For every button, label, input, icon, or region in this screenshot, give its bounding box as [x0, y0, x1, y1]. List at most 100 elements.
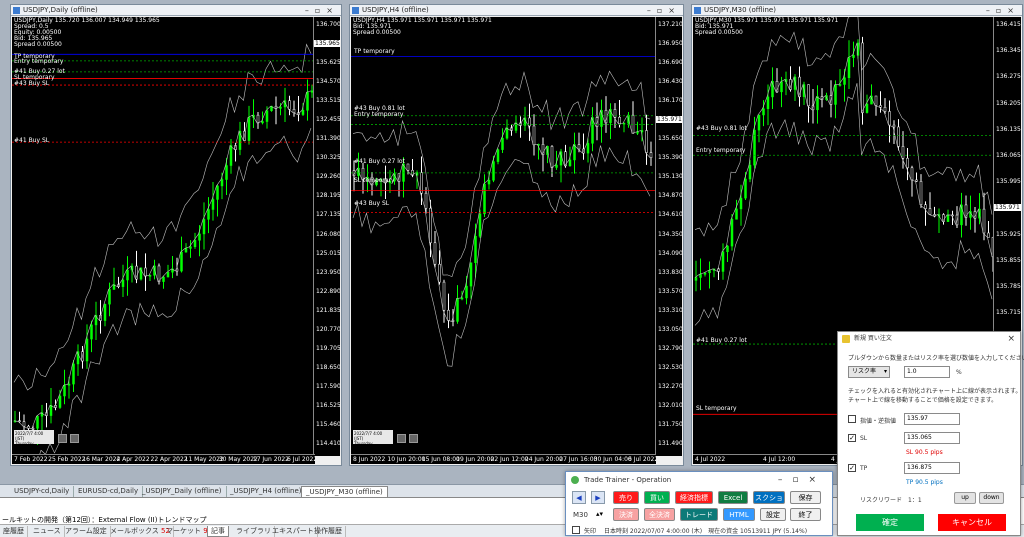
candle-body [861, 42, 864, 113]
terminal-tab[interactable]: 座履歴 [0, 526, 28, 537]
html-button[interactable]: HTML [723, 508, 755, 521]
window-controls[interactable]: –▫× [647, 5, 681, 15]
excel-button[interactable]: Excel [718, 491, 748, 504]
terminal-tab[interactable]: アラーム設定 [62, 526, 111, 537]
chart-window-title-bar[interactable]: USDJPY,H4 (offline) –▫× [350, 5, 683, 16]
candle-body [474, 236, 477, 263]
next-bar-button[interactable]: ▶ [591, 491, 605, 504]
limit-price-input[interactable]: 135.97 [904, 413, 960, 425]
cancel-button[interactable]: キャンセル [938, 514, 1006, 531]
current-price-box: 135.971 [994, 204, 1021, 212]
chart-tab-active[interactable]: _USDJPY_M30 (offline) [301, 486, 388, 497]
sl-checkbox[interactable]: ✓ [848, 434, 856, 442]
candle-body [121, 279, 125, 287]
chart-tab[interactable]: EURUSD-cd,Daily [74, 486, 144, 497]
chart-plot-area[interactable]: USDJPY,Daily 135.720 136.007 134.949 135… [12, 17, 315, 456]
chart-tab[interactable]: _USDJPY_H4 (offline) [226, 486, 307, 497]
economic-indicator-button[interactable]: 経済指標 [675, 491, 713, 504]
window-controls[interactable]: –▫× [778, 472, 826, 488]
terminal-tab-active[interactable]: 記事 [207, 526, 229, 537]
candle-body [103, 303, 107, 321]
window-controls[interactable]: –▫× [986, 5, 1020, 15]
chart-window-daily[interactable]: USDJPY,Daily (offline) –▫× USDJPY,Daily … [10, 4, 342, 466]
candle-body [721, 251, 725, 272]
chart-window-title-bar[interactable]: USDJPY,Daily (offline) –▫× [11, 5, 341, 16]
chart-tab[interactable]: USDJPY-cd,Daily [10, 486, 75, 497]
risk-input[interactable]: 1.0 [904, 366, 950, 378]
close-all-button[interactable]: 全決済 [644, 508, 675, 521]
price-tick: 136.415 [996, 21, 1021, 28]
date-tick: 19 Jun 20:00 [456, 456, 495, 463]
candle-body [193, 240, 197, 247]
note-text: チェックを入れると有効化されチャート上に線が表示されます。 [848, 388, 1022, 395]
candle-body [72, 363, 75, 385]
save-button[interactable]: 保存 [790, 491, 821, 504]
chart-window-title-bar[interactable]: USDJPY,M30 (offline) –▫× [692, 5, 1022, 16]
candle-body [730, 219, 734, 247]
trade-trainer-title-bar[interactable]: Trade Trainer - Operation –▫× [566, 472, 832, 488]
risk-reward-label: リスクリワード [860, 497, 903, 504]
price-tick: 134.350 [658, 230, 682, 238]
price-tick: 137.210 [658, 21, 682, 28]
date-tick: 8 Jun 2022 [353, 456, 386, 463]
up-button[interactable]: up [954, 492, 976, 504]
price-tick: 131.750 [658, 420, 682, 428]
tab-label: ライブラリ [236, 527, 271, 535]
price-tick: 115.460 [316, 420, 340, 428]
terminal-tab[interactable]: 操作履歴 [311, 526, 346, 537]
candle-body [18, 420, 21, 422]
order-label: #41 Buy 0.27 lot [696, 337, 747, 344]
price-tick: 125.015 [316, 249, 340, 257]
terminal-tab[interactable]: ニュース [30, 526, 65, 537]
chart-info-text: USDJPY,H4 135.971 135.971 135.971 135.97… [353, 18, 492, 36]
tp-price-input[interactable]: 136.875 [904, 462, 960, 474]
price-scale[interactable]: 137.210 136.950 136.690 136.430 136.170 135.9… [655, 17, 682, 456]
mini-button[interactable] [70, 434, 79, 443]
timeframe-spinner[interactable]: ▴▾ [596, 510, 603, 518]
confirm-button[interactable]: 確定 [856, 514, 924, 531]
info-line: Spread 0.00500 [14, 41, 62, 48]
date-scale[interactable]: 8 Jun 2022 10 Jun 20:00 15 Jun 08:00 19 Jun… [351, 454, 656, 464]
dialog-title-bar[interactable]: 新規 買い注文 × [838, 332, 1020, 346]
sell-button[interactable]: 売り [613, 491, 639, 504]
candle-body [780, 81, 783, 93]
buy-button[interactable]: 買い [644, 491, 670, 504]
mini-button[interactable] [397, 434, 406, 443]
trade-button[interactable]: トレード [680, 508, 718, 521]
screenshot-button[interactable]: スクショ [753, 491, 785, 504]
mini-button[interactable] [58, 434, 67, 443]
price-scale[interactable]: 136.700 135.965 135.625 134.570 133.515 132.4… [313, 17, 340, 456]
prev-bar-button[interactable]: ◀ [572, 491, 586, 504]
window-controls[interactable]: –▫× [305, 5, 339, 15]
exit-button[interactable]: 終了 [790, 508, 821, 521]
candle-body [550, 146, 554, 168]
tp-temporary-label: TP temporary [354, 48, 395, 55]
candle-body [265, 110, 269, 122]
sl-price-input[interactable]: 135.065 [904, 432, 960, 444]
arrow-checkbox[interactable] [572, 526, 580, 534]
chart-window-h4[interactable]: USDJPY,H4 (offline) –▫× USDJPY,H4 135.97… [349, 4, 684, 466]
sl-pips-text: SL 90.5 pips [906, 449, 943, 456]
candle-body [766, 96, 770, 109]
date-tick: 4 Apr 2022 [116, 456, 150, 463]
candle-body [189, 246, 192, 249]
close-position-button[interactable]: 決済 [613, 508, 639, 521]
candle-body [225, 165, 228, 180]
chart-plot-area[interactable]: USDJPY,H4 135.971 135.971 135.971 135.97… [351, 17, 656, 456]
candle-body [279, 106, 282, 109]
candle-body [645, 130, 648, 153]
down-button[interactable]: down [979, 492, 1004, 504]
limit-checkbox[interactable] [848, 415, 856, 423]
price-tick: 136.170 [658, 97, 682, 105]
chart-tab[interactable]: _USDJPY_Daily (offline) [138, 486, 227, 497]
mode-select[interactable]: リスク率 ▾ [848, 366, 890, 378]
date-scale[interactable]: 7 Feb 2022 25 Feb 2022 16 Mar 2022 4 Apr 20… [12, 454, 315, 464]
bollinger-band-line [352, 70, 651, 278]
mini-button[interactable] [409, 434, 418, 443]
tp-checkbox[interactable]: ✓ [848, 464, 856, 472]
date-tick: 6 Jul 2022 [628, 456, 656, 463]
date-tick: 7 Feb 2022 [14, 456, 48, 463]
price-tick: 135.390 [658, 154, 682, 162]
close-icon[interactable]: × [1007, 332, 1015, 346]
settings-button[interactable]: 設定 [760, 508, 786, 521]
